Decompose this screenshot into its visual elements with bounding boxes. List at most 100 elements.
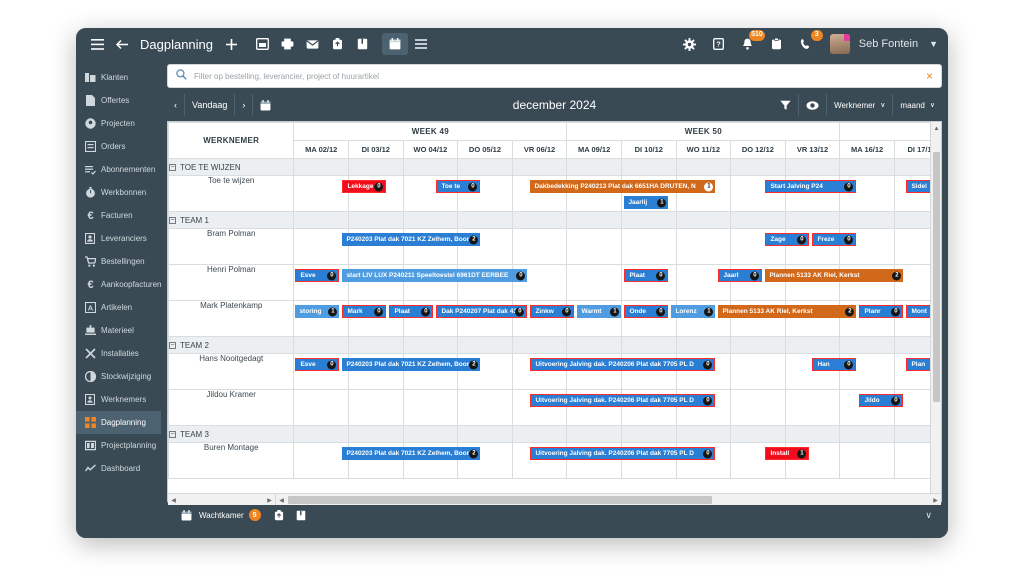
task-bar[interactable]: Warmt1 <box>577 305 621 318</box>
group-label[interactable]: −TEAM 1 <box>169 212 294 229</box>
sidebar-item-bestellingen[interactable]: Bestellingen <box>76 250 161 273</box>
employee-name[interactable]: Toe te wijzen <box>169 176 294 212</box>
sidebar-item-artikelen[interactable]: A Artikelen <box>76 296 161 319</box>
mail-icon[interactable] <box>301 33 323 55</box>
task-bar[interactable]: Esve0 <box>295 358 339 371</box>
view-calendar-toggle[interactable] <box>382 33 408 55</box>
task-bar[interactable]: Planr0 <box>859 305 903 318</box>
timeline-cell[interactable] <box>512 229 567 265</box>
task-bar[interactable]: Plaat0 <box>624 269 668 282</box>
search-input[interactable] <box>194 72 926 81</box>
clear-search-icon[interactable]: × <box>926 70 933 82</box>
timeline-cell[interactable] <box>403 390 458 426</box>
task-bar[interactable]: Plannen 5133 AK Riel, Kerkst2 <box>765 269 903 282</box>
sidebar-item-dagplanning[interactable]: Dagplanning <box>76 411 161 434</box>
sidebar-item-werknemers[interactable]: Werknemers <box>76 388 161 411</box>
sidebar-item-installaties[interactable]: Installaties <box>76 342 161 365</box>
timeline-cell[interactable]: P240203 Plat dak 7021 KZ Zelhem, Boor2Za… <box>294 229 349 265</box>
sidebar-item-orders[interactable]: Orders <box>76 135 161 158</box>
book-icon[interactable] <box>292 506 310 524</box>
timeline-cell[interactable] <box>785 390 840 426</box>
collapse-toggle-icon[interactable]: − <box>169 217 176 224</box>
collapse-toggle-icon[interactable]: − <box>169 342 176 349</box>
print-icon[interactable] <box>276 33 298 55</box>
timeline-cell[interactable] <box>676 229 731 265</box>
date-picker-calendar-icon[interactable] <box>253 94 278 116</box>
employee-name[interactable]: Henri Polman <box>169 265 294 301</box>
range-dropdown[interactable]: maand ∨ <box>893 94 942 116</box>
timeline-scrollbar[interactable]: ◀ ▶ <box>276 494 941 506</box>
task-bar[interactable]: Uitvoering Jalving dak. P240206 Plat dak… <box>530 358 715 371</box>
task-bar[interactable]: Dak P240207 Plat dak 43160 <box>436 305 527 318</box>
help-icon[interactable]: ? <box>708 33 730 55</box>
sidebar-item-abonnementen[interactable]: Abonnementen <box>76 158 161 181</box>
sidebar-item-aankoopfacturen[interactable]: € Aankoopfacturen <box>76 273 161 296</box>
avatar[interactable] <box>830 34 850 54</box>
timeline-cell[interactable] <box>731 354 786 390</box>
task-bar[interactable]: Esve0 <box>295 269 339 282</box>
book-icon[interactable] <box>351 33 373 55</box>
scroll-left-icon[interactable]: ◀ <box>276 494 287 506</box>
view-list-toggle[interactable] <box>408 33 434 55</box>
timeline-cell[interactable]: P240203 Plat dak 7021 KZ Zelhem, Boor2Ui… <box>294 443 349 479</box>
gear-icon[interactable] <box>679 33 701 55</box>
group-row[interactable]: −TEAM 1 <box>169 212 943 229</box>
timeline-cell[interactable]: Uitvoering Jalving dak. P240206 Plat dak… <box>294 390 349 426</box>
scroll-left-icon[interactable]: ◀ <box>168 494 179 506</box>
task-bar[interactable]: Uitvoering Jalving dak. P240206 Plat dak… <box>530 394 715 407</box>
task-bar[interactable]: Plaat0 <box>389 305 433 318</box>
task-bar[interactable]: Install1 <box>765 447 809 460</box>
task-bar[interactable]: Onde0 <box>624 305 668 318</box>
timeline-cell[interactable]: Esve0start LIV LUX P240211 Speeltoestel … <box>294 265 349 301</box>
sidebar-item-stockwijziging[interactable]: Stockwijziging <box>76 365 161 388</box>
group-label[interactable]: −TOE TE WIJZEN <box>169 159 294 176</box>
prev-period-button[interactable]: ‹ <box>167 94 185 116</box>
vertical-scrollbar[interactable]: ▲ ▼ <box>930 122 941 505</box>
task-bar[interactable]: P240203 Plat dak 7021 KZ Zelhem, Boor2 <box>342 233 480 246</box>
task-bar[interactable]: storing1 <box>295 305 339 318</box>
employee-name[interactable]: Jildou Kramer <box>169 390 294 426</box>
plus-icon[interactable] <box>220 33 242 55</box>
task-bar[interactable]: start LIV LUX P240211 Speeltoestel 6961D… <box>342 269 527 282</box>
user-menu-caret-icon[interactable]: ▼ <box>929 39 938 49</box>
planning-grid[interactable]: WERKNEMERWEEK 49WEEK 50WEEK 51MA 02/12DI… <box>167 121 942 506</box>
task-bar[interactable]: P240203 Plat dak 7021 KZ Zelhem, Boor2 <box>342 447 480 460</box>
sidebar-item-materieel[interactable]: Materieel <box>76 319 161 342</box>
employee-name[interactable]: Hans Nooitgedagt <box>169 354 294 390</box>
task-bar[interactable]: Han0 <box>812 358 856 371</box>
task-bar[interactable]: Lekkage0 <box>342 180 386 193</box>
timeline-cell[interactable]: Esve0P240203 Plat dak 7021 KZ Zelhem, Bo… <box>294 354 349 390</box>
timeline-cell[interactable] <box>621 229 676 265</box>
task-bar[interactable]: Jaarl0 <box>718 269 762 282</box>
scroll-right-icon[interactable]: ▶ <box>264 494 275 506</box>
group-row[interactable]: −TEAM 3 <box>169 426 943 443</box>
vertical-scroll-thumb[interactable] <box>933 152 940 402</box>
group-row[interactable]: −TOE TE WIJZEN <box>169 159 943 176</box>
timeline-cell[interactable] <box>349 390 404 426</box>
task-bar[interactable]: Jaarlij1 <box>624 196 668 209</box>
timeline-cell[interactable] <box>731 390 786 426</box>
sidebar-item-dashboard[interactable]: Dashboard <box>76 457 161 480</box>
clipboard-icon[interactable] <box>766 33 788 55</box>
task-bar[interactable]: Mark0 <box>342 305 386 318</box>
horizontal-scroll-thumb[interactable] <box>288 496 712 504</box>
phone-icon[interactable]: 3 <box>795 33 817 55</box>
collapse-toggle-icon[interactable]: − <box>169 431 176 438</box>
group-row[interactable]: −TEAM 2 <box>169 337 943 354</box>
upload-icon[interactable] <box>326 33 348 55</box>
notifications-bell-icon[interactable]: 510 <box>737 33 759 55</box>
task-bar[interactable]: Uitvoering Jalving dak. P240206 Plat dak… <box>530 447 715 460</box>
sidebar-item-offertes[interactable]: Offertes <box>76 89 161 112</box>
timeline-cell[interactable] <box>567 229 622 265</box>
sidebar-item-werkbonnen[interactable]: Werkbonnen <box>76 181 161 204</box>
group-label[interactable]: −TEAM 2 <box>169 337 294 354</box>
timeline-cell[interactable]: storing1Mark0Plaat0Dak P240207 Plat dak … <box>294 301 349 337</box>
sidebar-item-facturen[interactable]: € Facturen <box>76 204 161 227</box>
timeline-cell[interactable] <box>840 443 895 479</box>
task-bar[interactable]: Zage0 <box>765 233 809 246</box>
sidebar-item-projecten[interactable]: Projecten <box>76 112 161 135</box>
task-bar[interactable]: Dakbedekking P240213 Plat dak 6651HA DRU… <box>530 180 715 193</box>
task-bar[interactable]: Lorenz1 <box>671 305 715 318</box>
timeline-cell[interactable] <box>567 265 622 301</box>
name-column-scrollbar[interactable]: ◀ ▶ <box>168 494 276 506</box>
